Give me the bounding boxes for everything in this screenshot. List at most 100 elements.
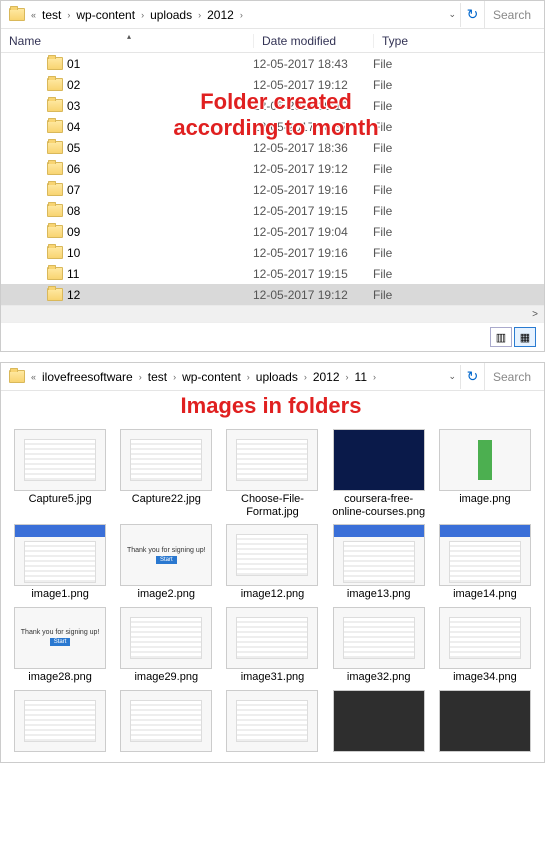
- folder-icon: [47, 225, 63, 238]
- thumbnail-item[interactable]: [9, 690, 111, 754]
- thumbnail-item[interactable]: image1.png: [9, 524, 111, 601]
- thumbnail-item[interactable]: image14.png: [434, 524, 536, 601]
- address-toolbar: « test›wp-content›uploads›2012› ⌄ ↻ Sear…: [1, 1, 544, 29]
- file-type: File: [373, 267, 392, 281]
- chevron-right-icon: ›: [238, 10, 245, 20]
- thumbnail-item[interactable]: image.png: [434, 429, 536, 518]
- thumbnail-item[interactable]: image32.png: [328, 607, 430, 684]
- column-name[interactable]: Name ▴: [1, 34, 253, 48]
- folder-row[interactable]: 0212-05-2017 19:12File: [1, 74, 544, 95]
- search-input[interactable]: Search: [484, 363, 544, 390]
- folder-name: 08: [67, 204, 80, 218]
- folder-icon: [9, 8, 25, 21]
- address-dropdown[interactable]: ⌄: [444, 9, 460, 20]
- folder-row[interactable]: 0412-05-2017 18:37File: [1, 116, 544, 137]
- folder-icon: [9, 370, 25, 383]
- chevron-right-icon: ›: [65, 10, 72, 20]
- breadcrumb-segment[interactable]: uploads: [146, 8, 196, 22]
- breadcrumb-segment[interactable]: test: [38, 8, 65, 22]
- date-modified: 12-05-2017 19:16: [253, 183, 373, 197]
- folder-row[interactable]: 0712-05-2017 19:16File: [1, 179, 544, 200]
- refresh-button[interactable]: ↻: [460, 3, 484, 27]
- thumbnail-item[interactable]: image13.png: [328, 524, 430, 601]
- thumbnail-item[interactable]: Capture22.jpg: [115, 429, 217, 518]
- thumbnail-preview: [439, 524, 531, 586]
- breadcrumb-segment[interactable]: wp-content: [72, 8, 139, 22]
- thumbnail-item[interactable]: Thank you for signing up!Startimage2.png: [115, 524, 217, 601]
- thumbnail-preview: [120, 607, 212, 669]
- date-modified: 12-05-2017 18:36: [253, 141, 373, 155]
- thumbnail-label: image14.png: [453, 588, 517, 601]
- horizontal-scrollbar[interactable]: >: [1, 305, 544, 322]
- thumbnail-label: Capture22.jpg: [132, 493, 201, 506]
- thumbnail-preview: [120, 690, 212, 752]
- folder-name: 09: [67, 225, 80, 239]
- search-input[interactable]: Search: [484, 1, 544, 28]
- breadcrumb-segment[interactable]: ilovefreesoftware: [38, 370, 137, 384]
- chevron-right-icon: ›: [196, 10, 203, 20]
- chevron-right-icon: ›: [171, 372, 178, 382]
- folder-row[interactable]: 0112-05-2017 18:43File: [1, 53, 544, 74]
- folder-row[interactable]: 1112-05-2017 19:15File: [1, 263, 544, 284]
- thumbnail-item[interactable]: [434, 690, 536, 754]
- view-details-button[interactable]: ▥: [490, 327, 512, 347]
- breadcrumb-segment[interactable]: wp-content: [178, 370, 245, 384]
- thumbnail-label: Capture5.jpg: [29, 493, 92, 506]
- column-date[interactable]: Date modified: [253, 34, 373, 48]
- date-modified: 12-05-2017 18:37: [253, 120, 373, 134]
- breadcrumb-overflow[interactable]: «: [29, 10, 38, 20]
- thumbnail-item[interactable]: Capture5.jpg: [9, 429, 111, 518]
- sort-indicator-icon: ▴: [127, 32, 131, 41]
- thumbnail-item[interactable]: [115, 690, 217, 754]
- file-list: 0112-05-2017 18:43File0212-05-2017 19:12…: [1, 53, 544, 305]
- thumbnail-label: image12.png: [241, 588, 305, 601]
- date-modified: 12-05-2017 19:15: [253, 267, 373, 281]
- thumbnail-label: image2.png: [138, 588, 196, 601]
- breadcrumb-segment[interactable]: 2012: [203, 8, 238, 22]
- scroll-right-icon[interactable]: >: [528, 309, 542, 320]
- folder-icon: [47, 78, 63, 91]
- chevron-right-icon: ›: [302, 372, 309, 382]
- thumbnail-item[interactable]: Thank you for signing up!Startimage28.pn…: [9, 607, 111, 684]
- folder-icon: [47, 183, 63, 196]
- folder-icon: [47, 288, 63, 301]
- folder-row[interactable]: 0512-05-2017 18:36File: [1, 137, 544, 158]
- breadcrumb-segment[interactable]: 2012: [309, 370, 344, 384]
- view-icons-button[interactable]: ▦: [514, 327, 536, 347]
- thumbnail-item[interactable]: image31.png: [221, 607, 323, 684]
- breadcrumb[interactable]: test›wp-content›uploads›2012›: [38, 8, 444, 22]
- thumbnail-preview: [226, 524, 318, 586]
- folder-row[interactable]: 0812-05-2017 19:15File: [1, 200, 544, 221]
- date-modified: 12-05-2017 18:43: [253, 57, 373, 71]
- folder-row[interactable]: 0312-05-2017 19:12File: [1, 95, 544, 116]
- column-name-label: Name: [9, 34, 41, 48]
- thumbnail-item[interactable]: coursera-free-online-courses.png: [328, 429, 430, 518]
- breadcrumb-segment[interactable]: 11: [351, 370, 371, 384]
- thumbnail-item[interactable]: image34.png: [434, 607, 536, 684]
- column-type[interactable]: Type: [373, 34, 544, 48]
- folder-row[interactable]: 0912-05-2017 19:04File: [1, 221, 544, 242]
- thumbnail-item[interactable]: image29.png: [115, 607, 217, 684]
- folder-row[interactable]: 1012-05-2017 19:16File: [1, 242, 544, 263]
- thumbnail-preview: [226, 607, 318, 669]
- thumbnail-item[interactable]: [328, 690, 430, 754]
- thumbnail-item[interactable]: Choose-File-Format.jpg: [221, 429, 323, 518]
- address-dropdown[interactable]: ⌄: [444, 371, 460, 382]
- date-modified: 12-05-2017 19:16: [253, 246, 373, 260]
- refresh-button[interactable]: ↻: [460, 365, 484, 389]
- folder-row[interactable]: 0612-05-2017 19:12File: [1, 158, 544, 179]
- chevron-right-icon: ›: [139, 10, 146, 20]
- thumbnail-preview: [439, 607, 531, 669]
- thumbnail-preview: Thank you for signing up!Start: [14, 607, 106, 669]
- thumbnail-item[interactable]: image12.png: [221, 524, 323, 601]
- thumbnail-label: image32.png: [347, 671, 411, 684]
- thumbnail-item[interactable]: [221, 690, 323, 754]
- breadcrumb-overflow[interactable]: «: [29, 372, 38, 382]
- breadcrumb[interactable]: ilovefreesoftware›test›wp-content›upload…: [38, 370, 444, 384]
- thumbnail-preview: [439, 429, 531, 491]
- folder-name: 07: [67, 183, 80, 197]
- file-type: File: [373, 57, 392, 71]
- breadcrumb-segment[interactable]: test: [144, 370, 171, 384]
- breadcrumb-segment[interactable]: uploads: [252, 370, 302, 384]
- folder-row[interactable]: 1212-05-2017 19:12File: [1, 284, 544, 305]
